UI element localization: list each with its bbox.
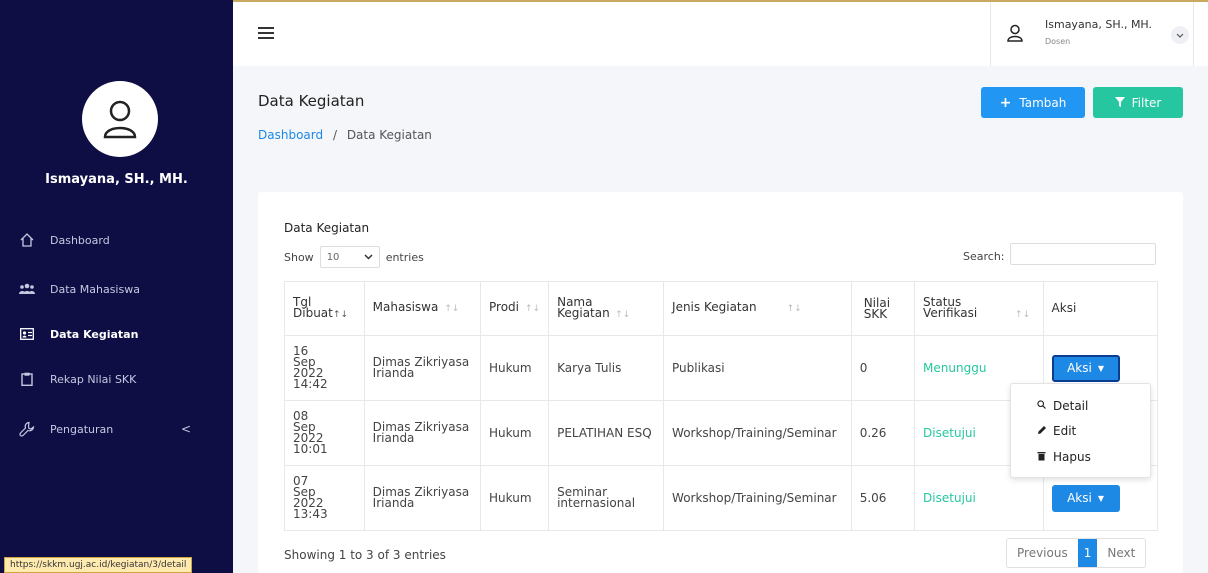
sidebar-item-label: Rekap Nilai SKK [50, 372, 137, 386]
pagination-next[interactable]: Next [1097, 539, 1145, 567]
col-tgl-dibuat[interactable]: Tgl Dibuat↑↓ [284, 281, 365, 336]
sidebar-item-label: Dashboard [50, 233, 110, 247]
cell-tgl: 08 Sep 2022 10:01 [284, 400, 365, 466]
sidebar-item-label: Pengaturan [50, 422, 114, 436]
col-prodi[interactable]: Prodi ↑↓ [479, 281, 550, 336]
dropdown-item-edit[interactable]: Edit [1037, 424, 1076, 438]
chevron-down-icon [364, 252, 373, 263]
cell-tgl: 16 Sep 2022 14:42 [284, 335, 365, 401]
col-mahasiswa[interactable]: Mahasiswa ↑↓ [363, 281, 482, 336]
pencil-icon [1037, 425, 1049, 438]
table-info: Showing 1 to 3 of 3 entries [284, 548, 446, 562]
col-jenis-kegiatan[interactable]: Jenis Kegiatan ↑↓ [663, 281, 852, 336]
cell-prodi: Hukum [479, 465, 550, 531]
user-menu[interactable]: Ismayana, SH., MH. Dosen [990, 2, 1194, 66]
dropdown-item-hapus[interactable]: Hapus [1037, 450, 1091, 464]
sidebar-item-data-mahasiswa[interactable]: Data Mahasiswa [0, 271, 233, 307]
sort-icon: ↑↓ [786, 304, 802, 314]
breadcrumb-current: Data Kegiatan [346, 128, 432, 142]
topbar-user-name: Ismayana, SH., MH. [1045, 18, 1153, 31]
cell-mahasiswa: Dimas Zikriyasa Irianda [363, 335, 482, 401]
add-button-label: Tambah [1019, 95, 1067, 110]
status-bar-url: https://skkm.ugj.ac.id/kegiatan/3/detail [4, 557, 193, 573]
sidebar-item-dashboard[interactable]: Dashboard [0, 222, 233, 258]
chevron-down-icon[interactable] [1171, 26, 1189, 44]
cell-mahasiswa: Dimas Zikriyasa Irianda [363, 400, 482, 466]
cell-nilai: 0.26 [850, 400, 916, 466]
table-header-row: Tgl Dibuat↑↓ Mahasiswa ↑↓ Prodi ↑↓ Nama Ke… [284, 281, 1159, 336]
entries-value: 10 [326, 251, 340, 263]
cell-tgl: 07 Sep 2022 13:43 [284, 465, 365, 531]
caret-down-icon: ▼ [1097, 363, 1104, 373]
col-status-verifikasi[interactable]: Status Verifikasi ↑↓ [914, 281, 1044, 336]
col-nama-kegiatan[interactable]: Nama Kegiatan ↑↓ [548, 281, 665, 336]
clipboard-icon [18, 370, 36, 388]
user-avatar-icon [82, 81, 158, 157]
pagination-previous[interactable]: Previous [1007, 539, 1078, 567]
cell-jenis: Workshop/Training/Seminar [663, 400, 852, 466]
settings-icon [18, 420, 36, 438]
dropdown-item-detail[interactable]: Detail [1037, 399, 1088, 413]
breadcrumb-dashboard-link[interactable]: Dashboard [258, 128, 323, 142]
aksi-dropdown-menu: Detail Edit Hapus [1010, 383, 1151, 478]
show-label: Show [284, 250, 314, 264]
users-icon [18, 280, 36, 298]
cell-nilai: 5.06 [850, 465, 916, 531]
menu-toggle-icon[interactable] [258, 24, 274, 44]
cell-jenis: Workshop/Training/Seminar [663, 465, 852, 531]
sidebar-item-rekap-nilai-skk[interactable]: Rekap Nilai SKK [0, 361, 233, 397]
breadcrumb: Dashboard / Data Kegiatan [258, 128, 432, 142]
search-input[interactable] [1010, 243, 1156, 265]
col-nilai-skk[interactable]: Nilai SKK [850, 281, 916, 336]
topbar-user-role: Dosen [1045, 37, 1071, 46]
sidebar-item-data-kegiatan[interactable]: Data Kegiatan [0, 316, 233, 352]
page-title: Data Kegiatan [258, 92, 365, 110]
sort-icon: ↑↓ [333, 309, 349, 320]
cell-nilai: 0 [850, 335, 916, 401]
search-label: Search: [963, 250, 1005, 263]
card-title: Data Kegiatan [284, 221, 370, 235]
col-aksi: Aksi [1042, 281, 1159, 336]
breadcrumb-separator: / [332, 128, 337, 142]
chevron-left-icon: < [180, 422, 191, 436]
pagination-page-1[interactable]: 1 [1077, 539, 1098, 567]
plus-icon: + [999, 94, 1012, 111]
sort-icon: ↑↓ [1015, 309, 1031, 320]
sidebar-item-pengaturan[interactable]: Pengaturan < [0, 411, 233, 447]
cell-nama: Karya Tulis [548, 335, 665, 401]
id-card-icon [18, 325, 36, 343]
sidebar: Ismayana, SH., MH. Dashboard Data Mahasi… [0, 0, 233, 573]
sort-icon: ↑↓ [615, 309, 631, 320]
filter-button[interactable]: Filter [1093, 87, 1183, 118]
aksi-button[interactable]: Aksi ▼ [1051, 354, 1120, 382]
filter-button-label: Filter [1131, 95, 1162, 110]
home-icon [18, 231, 36, 249]
topbar: Ismayana, SH., MH. Dosen [233, 0, 1208, 66]
cell-prodi: Hukum [479, 335, 550, 401]
aksi-button[interactable]: Aksi ▼ [1051, 484, 1120, 512]
sort-icon: ↑↓ [444, 304, 460, 314]
entries-length: Show 10 entries [284, 246, 424, 268]
entries-label: entries [385, 250, 424, 264]
sidebar-item-label: Data Kegiatan [50, 327, 139, 341]
filter-icon [1114, 96, 1125, 110]
add-button[interactable]: + Tambah [981, 87, 1085, 118]
pagination: Previous 1 Next [1006, 538, 1147, 568]
caret-down-icon: ▼ [1097, 493, 1104, 503]
cell-nama: Seminar internasional [548, 465, 665, 531]
trash-icon [1037, 451, 1049, 464]
sort-icon: ↑↓ [525, 304, 541, 314]
sidebar-user-name: Ismayana, SH., MH. [45, 172, 188, 187]
cell-nama: PELATIHAN ESQ [548, 400, 665, 466]
user-icon [1007, 24, 1023, 45]
cell-prodi: Hukum [479, 400, 550, 466]
search-icon [1037, 400, 1049, 412]
cell-jenis: Publikasi [663, 335, 852, 401]
cell-mahasiswa: Dimas Zikriyasa Irianda [363, 465, 482, 531]
entries-select[interactable]: 10 [319, 246, 380, 268]
sidebar-item-label: Data Mahasiswa [50, 282, 140, 296]
